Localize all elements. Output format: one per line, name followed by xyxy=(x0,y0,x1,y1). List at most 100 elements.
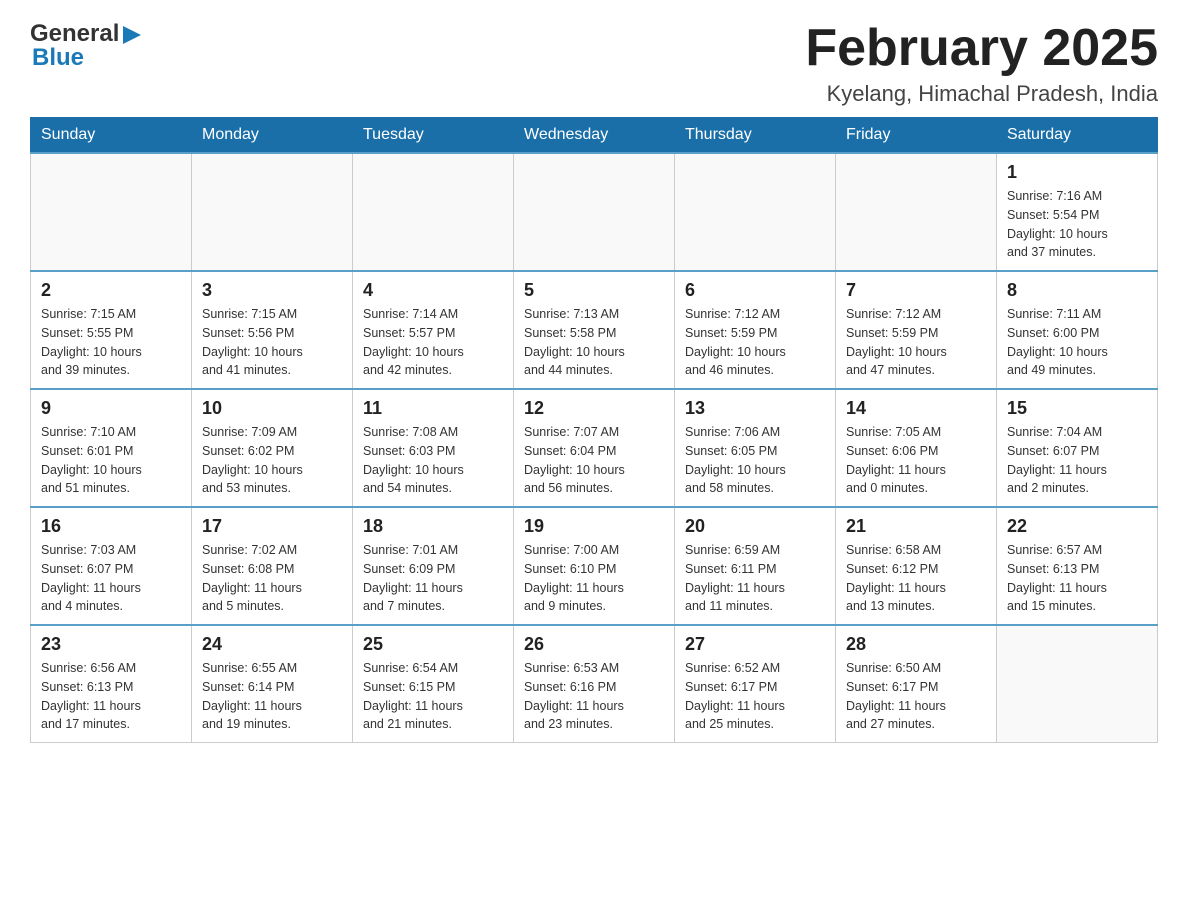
page-header: General Blue February 2025 Kyelang, Hima… xyxy=(30,20,1158,107)
calendar-cell: 26 Sunrise: 6:53 AMSunset: 6:16 PMDayligh… xyxy=(514,625,675,743)
calendar-weekday-thursday: Thursday xyxy=(675,118,836,154)
calendar-week-3: 9 Sunrise: 7:10 AMSunset: 6:01 PMDaylight… xyxy=(31,389,1158,507)
day-info: Sunrise: 7:14 AMSunset: 5:57 PMDaylight:… xyxy=(363,305,503,380)
title-area: February 2025 Kyelang, Himachal Pradesh,… xyxy=(805,20,1158,107)
day-number: 21 xyxy=(846,516,986,537)
day-info: Sunrise: 7:13 AMSunset: 5:58 PMDaylight:… xyxy=(524,305,664,380)
day-info: Sunrise: 7:09 AMSunset: 6:02 PMDaylight:… xyxy=(202,423,342,498)
day-number: 12 xyxy=(524,398,664,419)
calendar-cell: 6 Sunrise: 7:12 AMSunset: 5:59 PMDaylight… xyxy=(675,271,836,389)
day-info: Sunrise: 7:03 AMSunset: 6:07 PMDaylight:… xyxy=(41,541,181,616)
calendar-cell: 11 Sunrise: 7:08 AMSunset: 6:03 PMDayligh… xyxy=(353,389,514,507)
calendar-week-1: 1 Sunrise: 7:16 AMSunset: 5:54 PMDaylight… xyxy=(31,153,1158,271)
day-number: 6 xyxy=(685,280,825,301)
day-number: 4 xyxy=(363,280,503,301)
calendar-cell: 21Sunrise: 6:58 AMSunset: 6:12 PMDayligh… xyxy=(836,507,997,625)
day-info: Sunrise: 6:50 AMSunset: 6:17 PMDaylight:… xyxy=(846,659,986,734)
calendar-weekday-friday: Friday xyxy=(836,118,997,154)
calendar-cell xyxy=(31,153,192,271)
day-info: Sunrise: 7:12 AMSunset: 5:59 PMDaylight:… xyxy=(846,305,986,380)
day-number: 11 xyxy=(363,398,503,419)
day-number: 17 xyxy=(202,516,342,537)
calendar-cell: 22Sunrise: 6:57 AMSunset: 6:13 PMDayligh… xyxy=(997,507,1158,625)
calendar-cell: 8 Sunrise: 7:11 AMSunset: 6:00 PMDaylight… xyxy=(997,271,1158,389)
day-number: 5 xyxy=(524,280,664,301)
calendar-cell: 19 Sunrise: 7:00 AMSunset: 6:10 PMDayligh… xyxy=(514,507,675,625)
day-number: 15 xyxy=(1007,398,1147,419)
day-info: Sunrise: 7:00 AMSunset: 6:10 PMDaylight:… xyxy=(524,541,664,616)
calendar-cell: 12 Sunrise: 7:07 AMSunset: 6:04 PMDayligh… xyxy=(514,389,675,507)
day-info: Sunrise: 7:04 AMSunset: 6:07 PMDaylight:… xyxy=(1007,423,1147,498)
day-info: Sunrise: 7:06 AMSunset: 6:05 PMDaylight:… xyxy=(685,423,825,498)
calendar-cell: 3 Sunrise: 7:15 AMSunset: 5:56 PMDaylight… xyxy=(192,271,353,389)
day-number: 26 xyxy=(524,634,664,655)
calendar-week-2: 2Sunrise: 7:15 AMSunset: 5:55 PMDaylight… xyxy=(31,271,1158,389)
day-info: Sunrise: 6:52 AMSunset: 6:17 PMDaylight:… xyxy=(685,659,825,734)
page-subtitle: Kyelang, Himachal Pradesh, India xyxy=(805,81,1158,107)
calendar-week-5: 23 Sunrise: 6:56 AMSunset: 6:13 PMDayligh… xyxy=(31,625,1158,743)
day-info: Sunrise: 7:08 AMSunset: 6:03 PMDaylight:… xyxy=(363,423,503,498)
day-info: Sunrise: 7:02 AMSunset: 6:08 PMDaylight:… xyxy=(202,541,342,616)
calendar-cell: 14 Sunrise: 7:05 AMSunset: 6:06 PMDayligh… xyxy=(836,389,997,507)
calendar-cell: 9 Sunrise: 7:10 AMSunset: 6:01 PMDaylight… xyxy=(31,389,192,507)
day-info: Sunrise: 6:54 AMSunset: 6:15 PMDaylight:… xyxy=(363,659,503,734)
calendar-cell: 1 Sunrise: 7:16 AMSunset: 5:54 PMDaylight… xyxy=(997,153,1158,271)
day-number: 9 xyxy=(41,398,181,419)
calendar-cell: 23 Sunrise: 6:56 AMSunset: 6:13 PMDayligh… xyxy=(31,625,192,743)
calendar-cell: 2Sunrise: 7:15 AMSunset: 5:55 PMDaylight… xyxy=(31,271,192,389)
calendar-weekday-wednesday: Wednesday xyxy=(514,118,675,154)
day-number: 23 xyxy=(41,634,181,655)
calendar-cell xyxy=(192,153,353,271)
day-info: Sunrise: 7:16 AMSunset: 5:54 PMDaylight:… xyxy=(1007,187,1147,262)
day-info: Sunrise: 6:53 AMSunset: 6:16 PMDaylight:… xyxy=(524,659,664,734)
day-number: 24 xyxy=(202,634,342,655)
calendar-cell: 17 Sunrise: 7:02 AMSunset: 6:08 PMDayligh… xyxy=(192,507,353,625)
day-number: 19 xyxy=(524,516,664,537)
calendar-cell: 28 Sunrise: 6:50 AMSunset: 6:17 PMDayligh… xyxy=(836,625,997,743)
day-info: Sunrise: 7:12 AMSunset: 5:59 PMDaylight:… xyxy=(685,305,825,380)
day-number: 27 xyxy=(685,634,825,655)
day-info: Sunrise: 6:55 AMSunset: 6:14 PMDaylight:… xyxy=(202,659,342,734)
calendar-cell xyxy=(675,153,836,271)
logo-blue-text: Blue xyxy=(32,44,84,72)
day-info: Sunrise: 7:01 AMSunset: 6:09 PMDaylight:… xyxy=(363,541,503,616)
calendar-body: 1 Sunrise: 7:16 AMSunset: 5:54 PMDaylight… xyxy=(31,153,1158,743)
day-number: 25 xyxy=(363,634,503,655)
day-number: 2 xyxy=(41,280,181,301)
day-number: 8 xyxy=(1007,280,1147,301)
calendar-weekday-saturday: Saturday xyxy=(997,118,1158,154)
page-title: February 2025 xyxy=(805,20,1158,77)
calendar-week-4: 16Sunrise: 7:03 AMSunset: 6:07 PMDayligh… xyxy=(31,507,1158,625)
calendar-cell: 16Sunrise: 7:03 AMSunset: 6:07 PMDayligh… xyxy=(31,507,192,625)
day-info: Sunrise: 7:10 AMSunset: 6:01 PMDaylight:… xyxy=(41,423,181,498)
calendar-cell: 25 Sunrise: 6:54 AMSunset: 6:15 PMDayligh… xyxy=(353,625,514,743)
day-number: 28 xyxy=(846,634,986,655)
calendar-cell xyxy=(997,625,1158,743)
day-number: 14 xyxy=(846,398,986,419)
day-number: 3 xyxy=(202,280,342,301)
day-info: Sunrise: 7:07 AMSunset: 6:04 PMDaylight:… xyxy=(524,423,664,498)
calendar-cell: 20 Sunrise: 6:59 AMSunset: 6:11 PMDayligh… xyxy=(675,507,836,625)
calendar-cell xyxy=(836,153,997,271)
day-number: 20 xyxy=(685,516,825,537)
day-number: 18 xyxy=(363,516,503,537)
day-info: Sunrise: 7:11 AMSunset: 6:00 PMDaylight:… xyxy=(1007,305,1147,380)
calendar-cell: 5 Sunrise: 7:13 AMSunset: 5:58 PMDaylight… xyxy=(514,271,675,389)
day-number: 1 xyxy=(1007,162,1147,183)
day-info: Sunrise: 6:59 AMSunset: 6:11 PMDaylight:… xyxy=(685,541,825,616)
day-info: Sunrise: 7:15 AMSunset: 5:56 PMDaylight:… xyxy=(202,305,342,380)
calendar-cell: 4 Sunrise: 7:14 AMSunset: 5:57 PMDaylight… xyxy=(353,271,514,389)
day-number: 7 xyxy=(846,280,986,301)
calendar-weekday-sunday: Sunday xyxy=(31,118,192,154)
calendar-cell: 24 Sunrise: 6:55 AMSunset: 6:14 PMDayligh… xyxy=(192,625,353,743)
day-info: Sunrise: 6:56 AMSunset: 6:13 PMDaylight:… xyxy=(41,659,181,734)
logo: General Blue xyxy=(30,20,143,72)
day-number: 22 xyxy=(1007,516,1147,537)
day-number: 13 xyxy=(685,398,825,419)
calendar-cell xyxy=(514,153,675,271)
day-info: Sunrise: 7:05 AMSunset: 6:06 PMDaylight:… xyxy=(846,423,986,498)
calendar-cell xyxy=(353,153,514,271)
calendar-table: SundayMondayTuesdayWednesdayThursdayFrid… xyxy=(30,117,1158,743)
calendar-cell: 15 Sunrise: 7:04 AMSunset: 6:07 PMDayligh… xyxy=(997,389,1158,507)
calendar-cell: 10Sunrise: 7:09 AMSunset: 6:02 PMDayligh… xyxy=(192,389,353,507)
